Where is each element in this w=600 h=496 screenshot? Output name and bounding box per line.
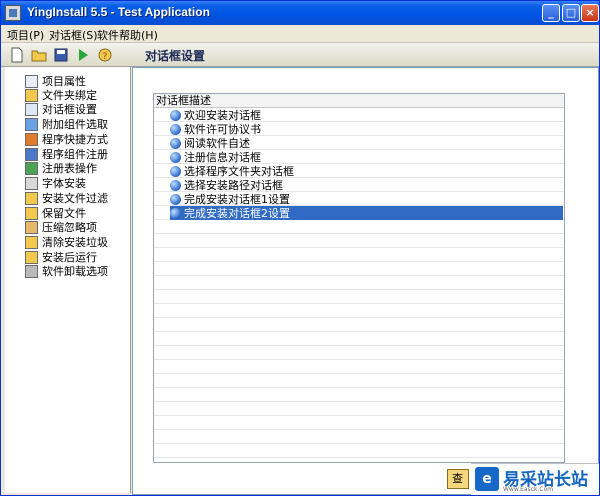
sidebar-item-compress[interactable]: 压缩忽略项 <box>25 220 97 234</box>
sidebar-item-dialog[interactable]: 对话框设置 <box>25 102 97 116</box>
bullet-icon <box>170 193 181 205</box>
sidebar-item-uninstall[interactable]: 软件卸载选项 <box>25 264 108 278</box>
minimize-button[interactable]: _ <box>542 4 560 22</box>
section-title: 对话框设置 <box>145 49 206 63</box>
toolbar: ? 对话框设置 <box>1 43 599 67</box>
bullet-icon <box>170 179 181 191</box>
sidebar-item-shortcut[interactable]: 程序快捷方式 <box>25 132 108 146</box>
sidebar-item-filter[interactable]: 安装文件过滤 <box>25 191 108 205</box>
sidebar-item-properties[interactable]: 项目属性 <box>25 74 86 88</box>
uninstall-icon <box>25 264 38 278</box>
list-item[interactable]: 选择安装路径对话框 <box>170 178 287 192</box>
view-button[interactable]: 查 <box>447 469 469 489</box>
maximize-button[interactable]: □ <box>562 4 580 22</box>
open-folder-icon[interactable] <box>31 47 47 63</box>
registry-icon <box>25 161 38 175</box>
close-button[interactable]: × <box>581 4 599 22</box>
sidebar-item-registry[interactable]: 注册表操作 <box>25 161 97 175</box>
sidebar-item-folder[interactable]: 文件夹绑定 <box>25 88 97 102</box>
folder-icon <box>25 88 38 102</box>
font-icon <box>25 176 38 190</box>
save-icon[interactable] <box>53 47 69 63</box>
sidebar-item-run[interactable]: 安装后运行 <box>25 250 97 264</box>
window-title: YingInstall 5.5 - Test Application <box>27 5 210 19</box>
dialog-list: 对话框描述 欢迎安装对话框 软件许可协议书 阅读软件自述 注册信息对话框 选择程… <box>153 93 565 463</box>
sidebar-item-component[interactable]: 附加组件选取 <box>25 117 108 131</box>
bullet-icon <box>170 123 181 135</box>
new-file-icon[interactable] <box>9 47 25 63</box>
component-icon <box>25 117 38 131</box>
bullet-icon <box>170 137 181 149</box>
keep-file-icon <box>25 206 38 220</box>
compress-icon <box>25 220 38 234</box>
help-icon[interactable]: ? <box>97 47 113 63</box>
run-icon[interactable] <box>75 47 91 63</box>
run-after-icon <box>25 250 38 264</box>
list-item[interactable]: 注册信息对话框 <box>170 150 265 164</box>
menu-help[interactable]: 软件帮助(H) <box>97 27 158 43</box>
list-item[interactable]: 完成安装对话框1设置 <box>170 192 294 206</box>
list-header: 对话框描述 <box>154 94 564 108</box>
svg-text:?: ? <box>103 52 108 62</box>
filter-icon <box>25 191 38 205</box>
watermark: e 易采站长站 Www.Easck.Com <box>471 463 599 495</box>
bullet-icon <box>170 151 181 163</box>
bullet-icon <box>170 165 181 177</box>
sidebar-item-register[interactable]: 程序组件注册 <box>25 147 108 161</box>
dialog-icon <box>25 102 38 116</box>
properties-icon <box>25 74 38 88</box>
sidebar-item-clean[interactable]: 清除安装垃圾 <box>25 235 108 249</box>
list-item[interactable]: 阅读软件自述 <box>170 136 254 150</box>
clean-icon <box>25 235 38 249</box>
list-item[interactable]: 软件许可协议书 <box>170 122 265 136</box>
list-item-selected[interactable]: 完成安装对话框2设置 <box>170 206 563 220</box>
watermark-url: Www.Easck.Com <box>503 486 554 493</box>
sidebar-item-keep-file[interactable]: 保留文件 <box>25 206 86 220</box>
menu-project[interactable]: 项目(P) <box>7 27 44 43</box>
watermark-logo-icon: e <box>475 467 499 491</box>
sidebar: 项目属性 文件夹绑定 对话框设置 附加组件选取 程序快捷方式 程序组件注册 注册… <box>5 67 131 493</box>
list-item[interactable]: 选择程序文件夹对话框 <box>170 164 298 178</box>
register-icon <box>25 147 38 161</box>
app-icon[interactable] <box>5 5 21 21</box>
menu-bar: 项目(P) 对话框(S) 软件帮助(H) <box>1 25 599 43</box>
bullet-icon <box>170 109 181 121</box>
title-bar[interactable]: YingInstall 5.5 - Test Application _ □ × <box>1 1 599 25</box>
sidebar-item-font[interactable]: 字体安装 <box>25 176 86 190</box>
menu-dialog[interactable]: 对话框(S) <box>49 27 98 43</box>
list-item[interactable]: 欢迎安装对话框 <box>170 108 265 122</box>
app-window: YingInstall 5.5 - Test Application _ □ ×… <box>0 0 600 496</box>
shortcut-icon <box>25 132 38 146</box>
bullet-icon <box>170 207 181 219</box>
